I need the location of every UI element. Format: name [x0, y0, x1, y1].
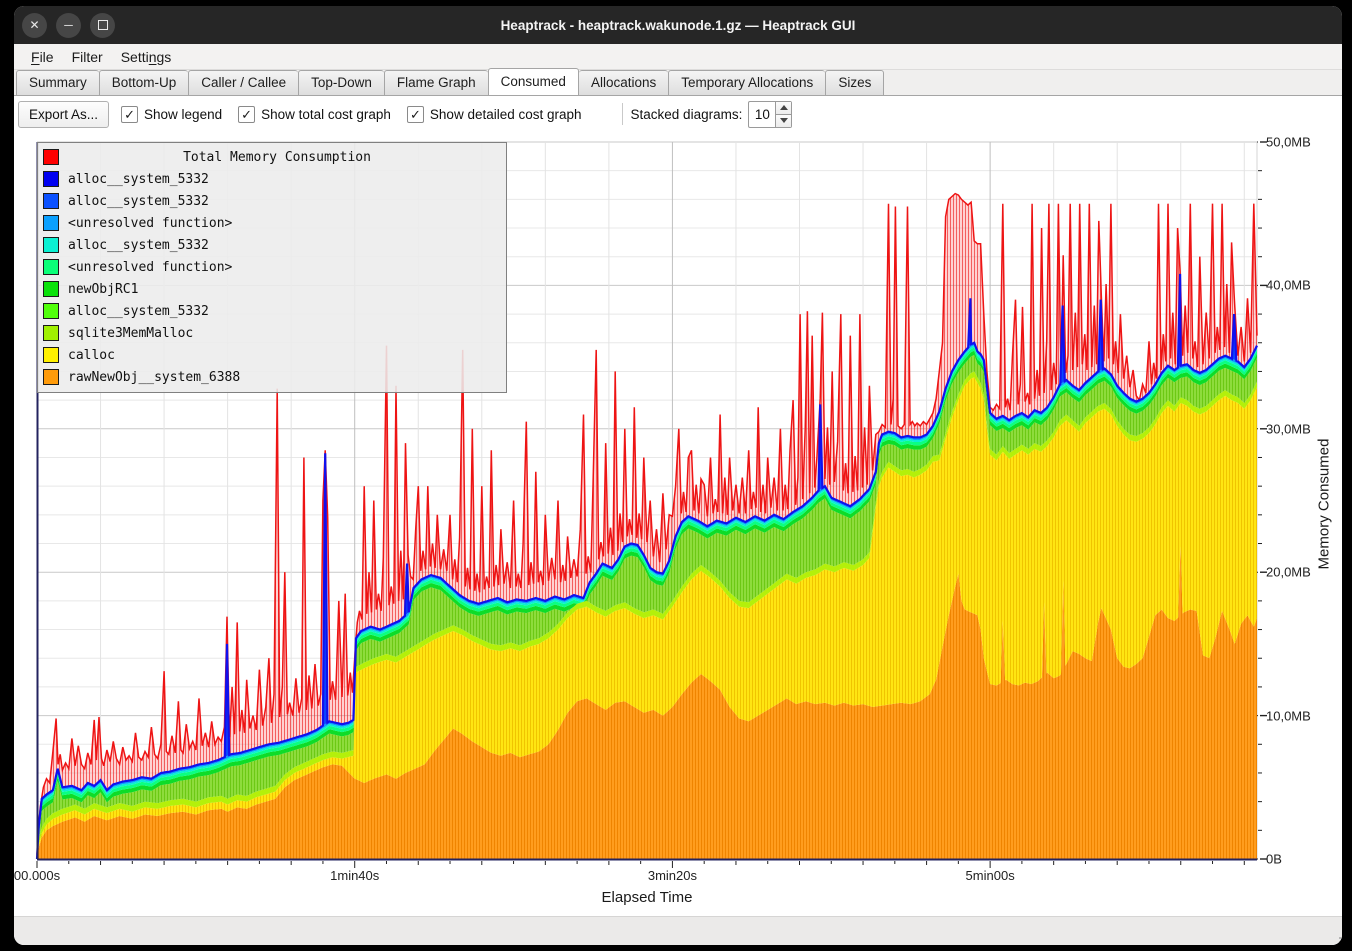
legend-item-label: <unresolved function> — [68, 260, 232, 275]
legend-item-label: rawNewObj__system_6388 — [68, 370, 240, 385]
tab-bar: SummaryBottom-UpCaller / CalleeTop-DownF… — [14, 70, 1342, 96]
toolbar-separator — [622, 103, 623, 125]
legend-item: alloc__system_5332 — [38, 190, 506, 212]
legend-swatch — [43, 259, 59, 275]
x-tick-label: 3min20s — [648, 868, 697, 883]
legend-item: calloc — [38, 344, 506, 366]
x-tick-label: 00.000s — [14, 868, 60, 883]
legend-item: <unresolved function> — [38, 256, 506, 278]
y-tick-label: 10,0MB — [1266, 708, 1311, 723]
checkmark-icon: ✓ — [121, 106, 138, 123]
x-tick-label: 1min40s — [330, 868, 379, 883]
legend-title-row: Total Memory Consumption — [38, 146, 506, 168]
y-axis-title: Memory Consumed — [1316, 439, 1333, 570]
export-as-button[interactable]: Export As... — [18, 101, 109, 128]
tab-temporary-allocations[interactable]: Temporary Allocations — [668, 70, 825, 96]
arrow-down-icon — [780, 118, 788, 123]
app-window: ✕ ─ Heaptrack - heaptrack.wakunode.1.gz … — [14, 6, 1342, 945]
stepper-down-button[interactable] — [776, 114, 791, 127]
tab-sizes[interactable]: Sizes — [825, 70, 884, 96]
checkbox-label: Show legend — [144, 107, 222, 122]
checkmark-icon: ✓ — [238, 106, 255, 123]
legend-item-label: alloc__system_5332 — [68, 194, 209, 209]
tab-bottom-up[interactable]: Bottom-Up — [99, 70, 189, 96]
stacked-diagrams-value[interactable]: 10 — [749, 102, 775, 127]
y-tick-label: 40,0MB — [1266, 278, 1311, 293]
legend-title: Total Memory Consumption — [68, 150, 506, 165]
legend-item: <unresolved function> — [38, 212, 506, 234]
title-bar: ✕ ─ Heaptrack - heaptrack.wakunode.1.gz … — [14, 6, 1342, 44]
menu-bar: FileFilterSettings — [14, 44, 1342, 70]
status-strip — [14, 916, 1342, 945]
legend-item-label: alloc__system_5332 — [68, 304, 209, 319]
checkbox-label: Show total cost graph — [261, 107, 391, 122]
checkbox-show-detailed-cost-graph[interactable]: ✓ Show detailed cost graph — [407, 106, 582, 123]
chart-legend: Total Memory Consumption alloc__system_53… — [37, 142, 507, 393]
tab-summary[interactable]: Summary — [16, 70, 99, 96]
legend-item: rawNewObj__system_6388 — [38, 366, 506, 388]
legend-swatch — [43, 347, 59, 363]
legend-item: sqlite3MemMalloc — [38, 322, 506, 344]
legend-swatch — [43, 281, 59, 297]
legend-item-label: alloc__system_5332 — [68, 172, 209, 187]
legend-item: alloc__system_5332 — [38, 300, 506, 322]
menu-filter[interactable]: Filter — [63, 47, 112, 67]
checkbox-label: Show detailed cost graph — [430, 107, 582, 122]
x-tick-label: 5min00s — [966, 868, 1015, 883]
consumed-chart[interactable]: Total Memory Consumption alloc__system_53… — [14, 132, 1342, 916]
resize-grip-icon[interactable] — [1327, 933, 1337, 943]
maximize-icon — [98, 20, 108, 30]
legend-swatch — [43, 171, 59, 187]
y-tick-label: 30,0MB — [1266, 421, 1311, 436]
stacked-diagrams-stepper[interactable]: 10 — [748, 101, 792, 128]
legend-item-label: sqlite3MemMalloc — [68, 326, 193, 341]
legend-swatch — [43, 303, 59, 319]
checkbox-show-total-cost-graph[interactable]: ✓ Show total cost graph — [238, 106, 391, 123]
legend-item-label: calloc — [68, 348, 115, 363]
stacked-diagrams-label: Stacked diagrams: — [631, 107, 743, 122]
arrow-up-icon — [780, 105, 788, 110]
legend-swatch — [43, 237, 59, 253]
tab-consumed[interactable]: Consumed — [488, 68, 579, 96]
tab-allocations[interactable]: Allocations — [579, 70, 668, 96]
tab-flame-graph[interactable]: Flame Graph — [384, 70, 488, 96]
legend-item: alloc__system_5332 — [38, 234, 506, 256]
checkbox-show-legend[interactable]: ✓ Show legend — [121, 106, 222, 123]
legend-swatch — [43, 369, 59, 385]
y-tick-label: 20,0MB — [1266, 565, 1311, 580]
legend-item: newObjRC1 — [38, 278, 506, 300]
maximize-button[interactable] — [90, 13, 115, 38]
y-tick-label: 0B — [1266, 852, 1282, 867]
toolbar: Export As... ✓ Show legend ✓ Show total cos… — [14, 96, 1342, 132]
stepper-up-button[interactable] — [776, 102, 791, 114]
legend-item-label: <unresolved function> — [68, 216, 232, 231]
menu-file[interactable]: File — [22, 47, 63, 67]
legend-swatch — [43, 325, 59, 341]
legend-item-label: newObjRC1 — [68, 282, 138, 297]
legend-swatch — [43, 149, 59, 165]
checkmark-icon: ✓ — [407, 106, 424, 123]
menu-settings[interactable]: Settings — [112, 47, 181, 67]
tab-top-down[interactable]: Top-Down — [298, 70, 384, 96]
legend-swatch — [43, 215, 59, 231]
legend-item-label: alloc__system_5332 — [68, 238, 209, 253]
close-button[interactable]: ✕ — [22, 13, 47, 38]
window-title: Heaptrack - heaptrack.wakunode.1.gz — He… — [14, 18, 1342, 33]
legend-swatch — [43, 193, 59, 209]
legend-item: alloc__system_5332 — [38, 168, 506, 190]
tab-caller-callee[interactable]: Caller / Callee — [188, 70, 298, 96]
y-tick-label: 50,0MB — [1266, 135, 1311, 150]
minimize-button[interactable]: ─ — [56, 13, 81, 38]
x-axis-title: Elapsed Time — [602, 889, 693, 906]
